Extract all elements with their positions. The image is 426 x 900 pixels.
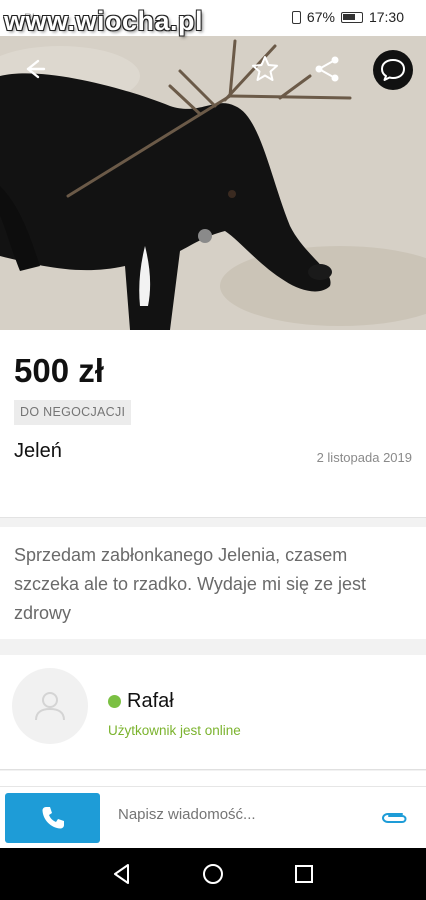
- chat-button[interactable]: [373, 50, 413, 90]
- star-icon: [252, 56, 278, 81]
- share-button[interactable]: [312, 54, 342, 84]
- seller-online-status: Użytkownik jest online: [108, 723, 241, 738]
- message-input[interactable]: [118, 806, 358, 823]
- contact-bar: [0, 786, 426, 848]
- next-section-peek: [0, 771, 426, 786]
- battery-percent: 67%: [306, 9, 335, 25]
- share-icon: [315, 56, 339, 82]
- listing-title: Jeleń: [14, 440, 62, 462]
- negotiable-badge: DO NEGOCJACJI: [14, 400, 132, 425]
- phone-icon: [42, 807, 64, 829]
- paperclip-icon: [381, 813, 407, 823]
- avatar[interactable]: [12, 668, 88, 744]
- watermark: www.wiocha.pl: [4, 6, 204, 36]
- listing-description: Sprzedam zabłonkanego Jelenia, czasem sz…: [14, 545, 366, 623]
- call-button[interactable]: [5, 793, 100, 843]
- dog-photo-illustration: [0, 36, 426, 330]
- chat-bubble-icon: [381, 59, 405, 81]
- battery-icon: [340, 11, 363, 23]
- seller-name: Rafał: [127, 690, 174, 712]
- screen: Plus 67% 17:30 www.wiocha.pl 500 zł DO N…: [0, 0, 426, 900]
- favorite-button[interactable]: [250, 54, 280, 84]
- vibrate-icon: [291, 10, 301, 24]
- arrow-left-icon: [26, 59, 46, 79]
- seller-name-row: Rafał: [108, 690, 174, 713]
- user-icon: [35, 692, 65, 721]
- nav-back-icon[interactable]: [110, 862, 134, 886]
- listing-photo[interactable]: [0, 36, 426, 330]
- listing-date: 2 listopada 2019: [316, 450, 412, 465]
- nav-home-icon[interactable]: [201, 862, 225, 886]
- system-nav-bar: [0, 848, 426, 900]
- listing-price: 500 zł: [14, 352, 104, 389]
- seller-card[interactable]: Rafał Użytkownik jest online: [0, 655, 426, 770]
- online-status-dot: [108, 695, 121, 708]
- nav-recents-icon[interactable]: [292, 862, 316, 886]
- status-icons: 67% 17:30: [291, 9, 404, 25]
- listing-summary: 500 zł DO NEGOCJACJI Jeleń 2 listopada 2…: [0, 330, 426, 518]
- back-button[interactable]: [18, 54, 48, 84]
- attach-button[interactable]: [380, 807, 408, 829]
- clock: 17:30: [368, 9, 404, 25]
- listing-description-card: Sprzedam zabłonkanego Jelenia, czasem sz…: [0, 527, 426, 639]
